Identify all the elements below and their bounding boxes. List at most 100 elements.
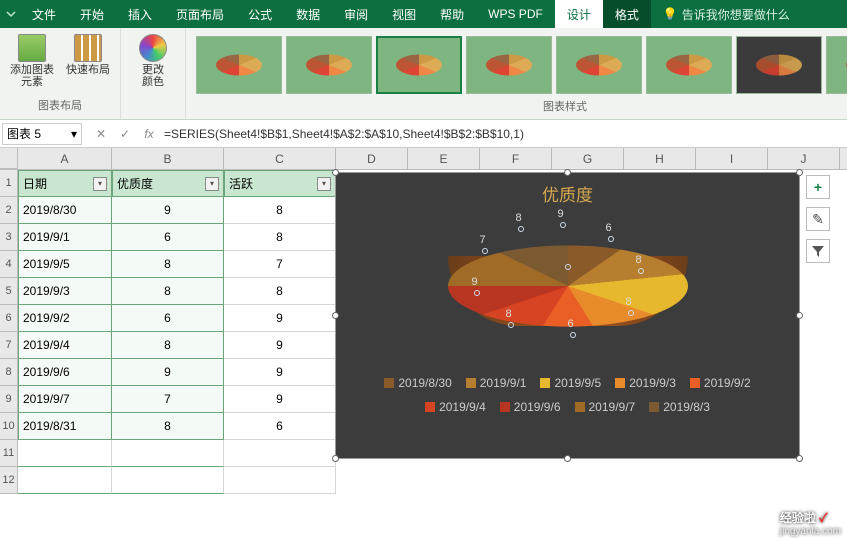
- series-handle[interactable]: [570, 332, 576, 338]
- chart-handle[interactable]: [332, 312, 339, 319]
- cell[interactable]: 8: [112, 251, 224, 278]
- cell[interactable]: 9: [112, 197, 224, 224]
- chart-style-8[interactable]: [826, 36, 847, 94]
- chart-styles-button[interactable]: ✎: [806, 207, 830, 231]
- row-header[interactable]: 2: [0, 197, 18, 224]
- series-handle[interactable]: [560, 222, 566, 228]
- cell[interactable]: [18, 440, 112, 467]
- tab-format[interactable]: 格式: [603, 0, 651, 28]
- cell[interactable]: [112, 440, 224, 467]
- tab-wps-pdf[interactable]: WPS PDF: [476, 0, 555, 28]
- series-handle[interactable]: [482, 248, 488, 254]
- tab-formula[interactable]: 公式: [236, 0, 284, 28]
- row-header[interactable]: 6: [0, 305, 18, 332]
- row-header[interactable]: 4: [0, 251, 18, 278]
- col-header-E[interactable]: E: [408, 148, 480, 169]
- chart-filters-button[interactable]: [806, 239, 830, 263]
- chart-handle[interactable]: [332, 455, 339, 462]
- data-label[interactable]: 8: [506, 308, 512, 320]
- cell[interactable]: 8: [224, 224, 336, 251]
- cell[interactable]: [112, 467, 224, 494]
- series-handle[interactable]: [608, 236, 614, 242]
- quick-layout-button[interactable]: 快速布局: [62, 32, 114, 78]
- row-header[interactable]: 9: [0, 386, 18, 413]
- chart-handle[interactable]: [564, 455, 571, 462]
- cell[interactable]: 6: [112, 305, 224, 332]
- col-header-F[interactable]: F: [480, 148, 552, 169]
- series-handle[interactable]: [628, 310, 634, 316]
- data-label[interactable]: 8: [626, 296, 632, 308]
- filter-dropdown-icon[interactable]: ▾: [93, 177, 107, 191]
- legend-item[interactable]: 2019/8/30: [384, 376, 451, 390]
- cell[interactable]: 6: [224, 413, 336, 440]
- chart-style-6[interactable]: [646, 36, 732, 94]
- fx-button[interactable]: fx: [140, 127, 158, 141]
- cell[interactable]: [224, 467, 336, 494]
- chart-style-4[interactable]: [466, 36, 552, 94]
- cell[interactable]: 2019/9/2: [18, 305, 112, 332]
- col-header-J[interactable]: J: [768, 148, 840, 169]
- chart-handle[interactable]: [796, 312, 803, 319]
- row-header[interactable]: 11: [0, 440, 18, 467]
- legend-item[interactable]: 2019/9/7: [575, 400, 636, 414]
- cell[interactable]: 8: [112, 413, 224, 440]
- chart-handle[interactable]: [796, 455, 803, 462]
- legend-item[interactable]: 2019/9/5: [540, 376, 601, 390]
- chart-object[interactable]: 优质度 968868978 2019/8/302019/9/12019/9/52…: [335, 172, 800, 459]
- tab-data[interactable]: 数据: [284, 0, 332, 28]
- row-header[interactable]: 1: [0, 170, 18, 197]
- cell[interactable]: 2019/9/7: [18, 386, 112, 413]
- chart-style-7[interactable]: [736, 36, 822, 94]
- cell[interactable]: 7: [112, 386, 224, 413]
- col-header-C[interactable]: C: [224, 148, 336, 169]
- select-all-corner[interactable]: [0, 148, 18, 169]
- cell[interactable]: 2019/8/31: [18, 413, 112, 440]
- col-header-I[interactable]: I: [696, 148, 768, 169]
- chart-legend[interactable]: 2019/8/30 2019/9/1 2019/9/5 2019/9/3 2019/9/…: [336, 366, 799, 418]
- chart-title[interactable]: 优质度: [336, 173, 799, 206]
- row-header[interactable]: 3: [0, 224, 18, 251]
- cell[interactable]: 2019/9/3: [18, 278, 112, 305]
- cell[interactable]: 2019/9/6: [18, 359, 112, 386]
- chart-style-5[interactable]: [556, 36, 642, 94]
- row-header[interactable]: 12: [0, 467, 18, 494]
- cell[interactable]: 9: [224, 359, 336, 386]
- row-header[interactable]: 5: [0, 278, 18, 305]
- cell[interactable]: 2019/9/5: [18, 251, 112, 278]
- series-handle[interactable]: [474, 290, 480, 296]
- cell[interactable]: 活跃▾: [224, 170, 336, 197]
- data-label[interactable]: 7: [480, 234, 486, 246]
- data-label[interactable]: 6: [568, 318, 574, 330]
- row-header[interactable]: 7: [0, 332, 18, 359]
- tab-page-layout[interactable]: 页面布局: [164, 0, 236, 28]
- series-handle[interactable]: [508, 322, 514, 328]
- chart-style-2[interactable]: [286, 36, 372, 94]
- legend-item[interactable]: 2019/9/1: [466, 376, 527, 390]
- cell[interactable]: [224, 440, 336, 467]
- qat-dropdown-icon[interactable]: [2, 5, 20, 23]
- chart-handle[interactable]: [564, 169, 571, 176]
- tell-me[interactable]: 💡 告诉我你想要做什么: [651, 0, 802, 28]
- legend-item[interactable]: 2019/9/2: [690, 376, 751, 390]
- series-handle[interactable]: [518, 226, 524, 232]
- cancel-formula-button[interactable]: ✕: [92, 127, 110, 141]
- legend-item[interactable]: 2019/9/3: [615, 376, 676, 390]
- cell[interactable]: 8: [112, 278, 224, 305]
- data-label[interactable]: 9: [472, 276, 478, 288]
- cell[interactable]: [18, 467, 112, 494]
- col-header-B[interactable]: B: [112, 148, 224, 169]
- cell[interactable]: 6: [112, 224, 224, 251]
- formula-input[interactable]: =SERIES(Sheet4!$B$1,Sheet4!$A$2:$A$10,Sh…: [158, 127, 847, 141]
- cell[interactable]: 9: [112, 359, 224, 386]
- filter-dropdown-icon[interactable]: ▾: [317, 177, 331, 191]
- data-label[interactable]: 8: [636, 254, 642, 266]
- cell[interactable]: 2019/9/1: [18, 224, 112, 251]
- tab-review[interactable]: 审阅: [332, 0, 380, 28]
- chart-style-3[interactable]: [376, 36, 462, 94]
- legend-item[interactable]: 2019/9/6: [500, 400, 561, 414]
- data-label[interactable]: 8: [516, 212, 522, 224]
- cell[interactable]: 9: [224, 305, 336, 332]
- cell[interactable]: 2019/9/4: [18, 332, 112, 359]
- col-header-D[interactable]: D: [336, 148, 408, 169]
- tab-insert[interactable]: 插入: [116, 0, 164, 28]
